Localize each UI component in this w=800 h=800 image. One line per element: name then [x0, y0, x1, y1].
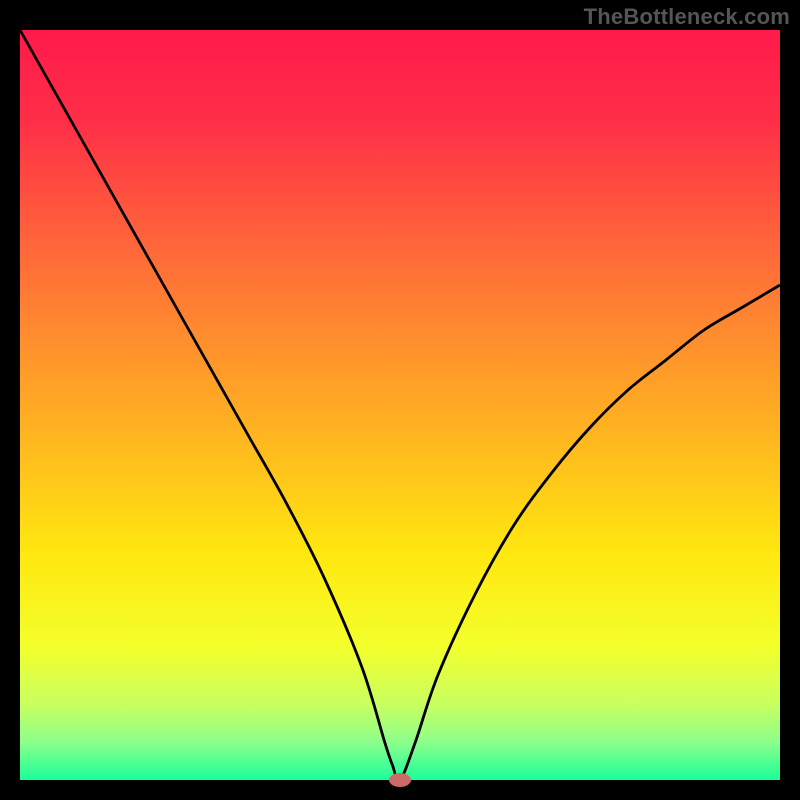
bottleneck-chart — [0, 0, 800, 800]
chart-frame: TheBottleneck.com — [0, 0, 800, 800]
optimal-point-marker — [389, 773, 411, 787]
plot-background — [20, 30, 780, 780]
